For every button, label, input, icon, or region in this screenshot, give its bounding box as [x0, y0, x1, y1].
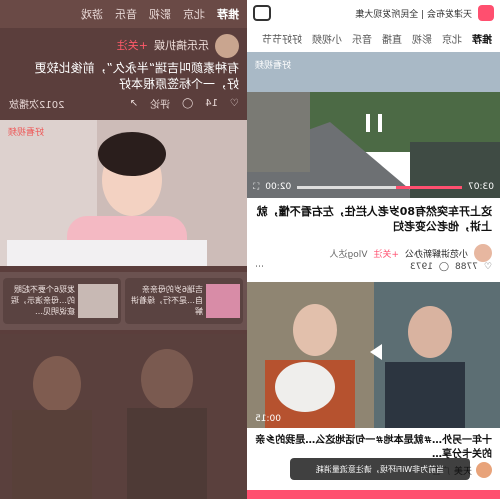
like-count: 7788 [455, 262, 478, 272]
video-watermark: 好看视频 [8, 128, 45, 138]
like-icon[interactable]: ♡ [230, 98, 239, 109]
video-player-2[interactable]: 00:15 [247, 282, 500, 428]
video-player-1[interactable]: 好看视频 03:07 02:00 ⛶ [247, 52, 500, 198]
comment-icon[interactable]: ◯ [182, 98, 193, 109]
view-count: 2012次播放 [9, 100, 65, 111]
second-video-thumbnail[interactable] [0, 334, 247, 499]
message-icon[interactable] [253, 5, 271, 21]
tab-film[interactable]: 影视 [149, 6, 171, 22]
mini-card-1-text: 吉瑞6岁的母亲亲自…是不行，缘着讲解 [131, 285, 203, 316]
stats-row-1: ♡ 7788 ◯ 1973 ⋯ [255, 262, 492, 272]
tab-beijing[interactable]: 北京 [183, 6, 205, 22]
mini-card-1[interactable]: 吉瑞6岁的母亲亲自…是不行，缘着讲解 [125, 278, 243, 324]
header-title[interactable]: 天津发布会 | 全民所发现大集 [355, 7, 472, 20]
author-name[interactable]: 乐乐搞扒娱 [154, 39, 209, 53]
comment-count: 1973 [410, 262, 433, 272]
post-title-1[interactable]: 这上开车突然有80岁老人拦住，左右看不懂，就上讲，他老公变老妇 [255, 204, 492, 234]
player-controls: 03:07 02:00 ⛶ [253, 182, 494, 192]
progress-bar[interactable] [297, 185, 463, 189]
follow-button[interactable]: +关注 [373, 247, 399, 260]
right-phone-screen: 天津发布会 | 全民所发现大集 推荐 北京 影视 直播 音乐 小视频 好好节节 … [247, 0, 500, 499]
comment-label[interactable]: 评论 [150, 96, 170, 111]
play-arrow-icon[interactable] [370, 344, 382, 360]
tab-music[interactable]: 音乐 [352, 31, 372, 46]
author-avatar[interactable] [474, 244, 492, 262]
bottom-bar [247, 490, 500, 499]
mini-card-2-thumb [78, 284, 118, 318]
actress-figure [0, 120, 247, 266]
tab-film[interactable]: 影视 [412, 31, 432, 46]
video-thumbnail[interactable]: 好看视频 [0, 120, 247, 266]
network-toast: 当前为非WiFi环境，请注意流量消耗 [290, 458, 470, 480]
mini-card-2-text: 发现6个要不起眼的…母亲演示，瑕疵说明见… [11, 285, 75, 316]
toast-text: 当前为非WiFi环境，请注意流量消耗 [315, 464, 445, 474]
like-icon[interactable]: ♡ [484, 262, 492, 272]
more-icon[interactable]: ⋯ [255, 262, 264, 272]
tab-music[interactable]: 音乐 [115, 6, 137, 22]
tab-games[interactable]: 游戏 [81, 6, 103, 22]
author-tag: Vlog达人 [329, 249, 368, 260]
left-phone-screen: 推荐 北京 影视 音乐 游戏 乐乐搞扒娱 +关注 有种素颜叫吉瑞“半永久”，前後… [0, 0, 247, 499]
comment-icon[interactable]: ◯ [439, 262, 449, 272]
tab-recommend[interactable]: 推荐 [472, 31, 492, 46]
mini-card-1-thumb [206, 284, 240, 318]
fullscreen-icon[interactable]: ⛶ [253, 182, 259, 192]
author-row-1: 小范讲解新办公 +关注 Vlog达人 [255, 244, 492, 262]
author-row: 乐乐搞扒娱 +关注 [117, 34, 239, 58]
tab-live[interactable]: 直播 [382, 31, 402, 46]
time-total: 02:00 [265, 182, 292, 192]
tab-short-video[interactable]: 小视频 [312, 31, 342, 46]
share-icon[interactable]: ↗ [130, 98, 138, 109]
second-video-figures [0, 334, 247, 499]
time-current: 03:07 [468, 182, 494, 192]
post-title[interactable]: 有种素颜叫吉瑞“半永久”，前後比较更好，一个标签原根本好 [14, 60, 239, 92]
logo-icon[interactable] [478, 5, 494, 21]
like-count: 14 [205, 98, 219, 109]
stats-row: ♡ 14 ◯ 评论 ↗ 2012次播放 [9, 96, 239, 111]
author-avatar-2[interactable] [476, 462, 492, 478]
video-duration: 00:15 [255, 414, 281, 424]
pause-button[interactable] [366, 114, 382, 132]
tab-recommend[interactable]: 推荐 [217, 6, 239, 22]
mini-card-2[interactable]: 发现6个要不起眼的…母亲演示，瑕疵说明见… [3, 278, 121, 324]
app-header: 天津发布会 | 全民所发现大集 [247, 0, 500, 26]
progress-fill [396, 185, 463, 189]
follow-button[interactable]: +关注 [117, 39, 148, 53]
left-nav-tabs: 推荐 北京 影视 音乐 游戏 [0, 0, 247, 28]
avatar[interactable] [215, 34, 239, 58]
tab-good[interactable]: 好好节节 [262, 31, 302, 46]
author-name[interactable]: 小范讲解新办公 [405, 247, 468, 260]
right-nav-tabs: 推荐 北京 影视 直播 音乐 小视频 好好节节 [247, 26, 500, 50]
tab-beijing[interactable]: 北京 [442, 31, 462, 46]
video-watermark: 好看视频 [255, 61, 292, 71]
recommend-strip: 吉瑞6岁的母亲亲自…是不行，缘着讲解 发现6个要不起眼的…母亲演示，瑕疵说明见… [0, 272, 247, 330]
